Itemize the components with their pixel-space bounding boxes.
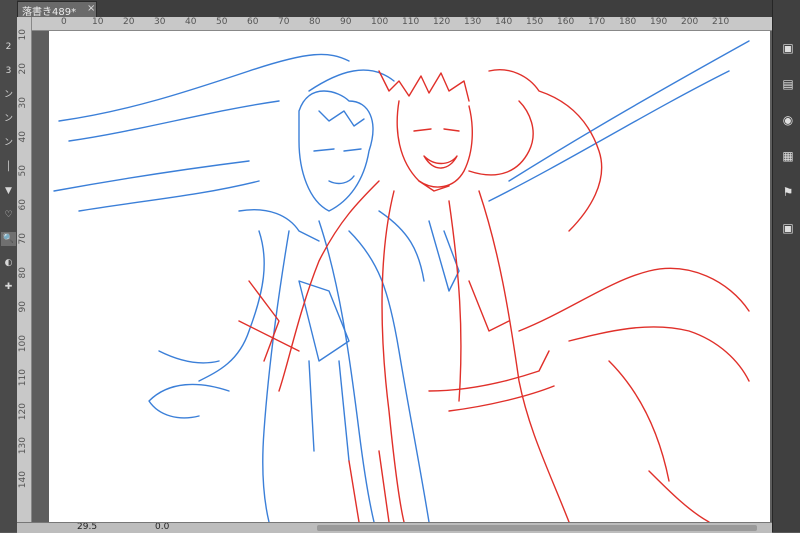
ruler-left-label: 10 [18,29,28,41]
ruler-top-label: 80 [309,17,321,27]
status-bar: 29.5 0.0 [17,522,772,533]
tool-n2-icon[interactable]: ン [1,112,16,126]
ruler-top-label: 210 [712,17,730,27]
ruler-top: 0 10 20 30 40 50 60 70 80 90 100 110 120 130 140 150 160… [31,17,772,31]
heart-icon[interactable]: ♡ [1,208,16,222]
move-icon[interactable]: ✚ [1,280,16,294]
ruler-top-label: 200 [681,17,699,27]
blue-sketch-layer [53,40,750,522]
tool-2-icon[interactable]: 2 [1,40,16,54]
target-icon[interactable]: ◉ [779,112,797,128]
ruler-top-label: 110 [402,17,420,27]
ruler-top-label: 70 [278,17,290,27]
document-tab[interactable]: 落書き489* × [17,1,97,18]
ruler-left-label: 40 [18,131,28,143]
ruler-top-label: 180 [619,17,637,27]
right-panel-strip: ▣ ▤ ◉ ▦ ⚑ ▣ [772,0,800,532]
ruler-top-label: 50 [216,17,228,27]
ruler-top-label: 20 [123,17,135,27]
layer-folder-2-icon[interactable]: ▣ [779,220,797,236]
ruler-top-label: 0 [61,17,67,27]
ruler-left-label: 120 [18,403,28,421]
ruler-left: 10 20 30 40 50 60 70 80 90 100 110 120 130 140 [17,17,32,522]
ruler-top-label: 10 [92,17,104,27]
sketch-drawing [53,40,750,522]
zoom-icon[interactable]: 🔍 [1,232,16,246]
ruler-top-label: 130 [464,17,482,27]
ruler-top-label: 90 [340,17,352,27]
ruler-left-label: 110 [18,369,28,387]
red-sketch-layer [238,69,750,522]
bucket-icon[interactable]: ▼ [1,184,16,198]
ruler-top-label: 170 [588,17,606,27]
ruler-top-label: 140 [495,17,513,27]
ruler-top-label: 160 [557,17,575,27]
ruler-top-label: 60 [247,17,259,27]
layer-icon[interactable]: ▤ [779,76,797,92]
flag-icon[interactable]: ⚑ [779,184,797,200]
tab-bar: 落書き489* × [17,0,772,18]
ruler-left-label: 30 [18,97,28,109]
canvas-area[interactable] [32,31,772,522]
tool-strip: 2 3 ンンン │ ▼ ♡ 🔍 ◐ ✚ [0,0,18,532]
document-tab-title: 落書き489* [22,7,77,18]
canvas-paper[interactable] [49,31,770,522]
tool-3-icon[interactable]: 3 [1,64,16,78]
ruler-top-label: 150 [526,17,544,27]
ruler-top-label: 100 [371,17,389,27]
ruler-top-label: 30 [154,17,166,27]
ruler-left-label: 20 [18,63,28,75]
tool-n3-icon[interactable]: ン [1,136,16,150]
ruler-left-label: 60 [18,199,28,211]
angle-value[interactable]: 0.0 [155,523,169,533]
ruler-top-label: 190 [650,17,668,27]
ruler-left-label: 70 [18,233,28,245]
ruler-left-label: 100 [18,335,28,353]
ruler-top-label: 120 [433,17,451,27]
ruler-left-label: 140 [18,471,28,489]
circle-icon[interactable]: ◐ [1,256,16,270]
horizontal-scrollbar[interactable] [317,525,757,531]
close-icon[interactable]: × [87,3,95,14]
checker-icon[interactable]: ▦ [779,148,797,164]
ruler-left-label: 50 [18,165,28,177]
ruler-top-label: 40 [185,17,197,27]
ruler-left-label: 80 [18,267,28,279]
bar-icon[interactable]: │ [1,160,16,174]
layer-folder-icon[interactable]: ▣ [779,40,797,56]
zoom-value[interactable]: 29.5 [77,523,97,533]
ruler-left-label: 90 [18,301,28,313]
tool-n-icon[interactable]: ン [1,88,16,102]
ruler-left-label: 130 [18,437,28,455]
